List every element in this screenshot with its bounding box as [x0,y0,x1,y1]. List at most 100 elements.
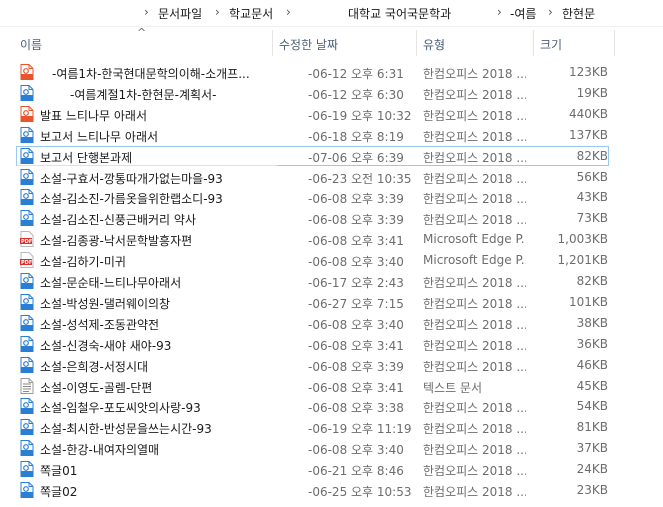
file-modified-date: -06-08 오후 3:39 [308,192,404,207]
file-name[interactable]: 소설-최시한-반성문을쓰는시간-93 [40,420,212,437]
breadcrumb-separator: › [497,5,502,19]
file-modified-date: -06-21 오후 8:46 [308,464,404,479]
column-divider[interactable] [416,30,417,56]
file-name[interactable]: 소설-이영도-골렘-단편 [40,379,152,396]
file-type: 한컴오피스 2018 ... [423,171,526,186]
file-type: 한컴오피스 2018 ... [423,422,526,437]
breadcrumb-item-dept[interactable]: 대학교 국어국문학과 [348,5,451,22]
file-size: 36KB [576,336,608,351]
file-name[interactable]: 보고서 단행본과제 [40,149,132,166]
file-modified-date: -06-08 오후 3:40 [308,443,404,458]
file-size: 46KB [576,357,608,372]
file-type: 한컴오피스 2018 ... [423,87,526,102]
file-name[interactable]: 소설-신경숙-새야 새야-93 [40,337,171,354]
file-row[interactable]: 소설-구효서-깡통따개가없는마을-93 -06-23 오전 10:35 한컴오피스 … [0,167,663,188]
file-row[interactable]: 소설-김소진-신풍근배커리 약사 -06-08 오후 3:39 한컴오피스 2018… [0,208,663,229]
column-divider[interactable] [272,30,273,56]
file-name[interactable]: 보고서 느티나무 아래서 [40,128,158,145]
column-header-type[interactable]: 유형 [423,36,445,53]
file-type: 한컴오피스 2018 ... [423,150,526,165]
breadcrumb-separator: › [548,5,553,19]
file-name[interactable]: 소설-김소진-신풍근배커리 약사 [40,211,196,228]
file-row[interactable]: 소설-임철우-포도씨앗의사랑-93 -06-08 오후 3:38 한컴오피스 201… [0,396,663,417]
file-modified-date: -06-08 오후 3:38 [308,401,404,416]
file-row[interactable]: 보고서 느티나무 아래서 -06-18 오후 8:19 한컴오피스 2018 ...… [0,125,663,146]
file-type: 한컴오피스 2018 ... [423,129,526,144]
file-name[interactable]: 소설-김하기-미귀 [40,253,126,270]
file-row[interactable]: -여름계절1차-한현문-계획서- -06-12 오후 6:30 한컴오피스 2018… [0,83,663,104]
file-name[interactable]: 소설-임철우-포도씨앗의사랑-93 [40,399,201,416]
file-name[interactable]: 소설-구효서-깡통따개가없는마을-93 [40,170,223,187]
hwp-doc-icon [20,335,34,352]
file-name[interactable]: 소설-성석제-조동관약전 [40,316,159,333]
column-header-name[interactable]: 이름 [20,36,42,53]
file-size: 23KB [576,483,608,497]
file-modified-date: -06-23 오전 10:35 [308,171,412,186]
hwp-doc-icon [20,461,34,478]
file-size: 123KB [568,65,608,79]
file-row[interactable]: 쪽글02 -06-25 오후 10:53 한컴오피스 2018 ... 23KB [0,480,663,501]
svg-text:PDF: PDF [21,239,32,245]
file-row[interactable]: 소설-최시한-반성문을쓰는시간-93 -06-19 오후 11:19 한컴오피스 2… [0,417,663,438]
file-name[interactable]: -여름1차-한국현대문학의이해-소개프... [52,65,250,82]
file-name[interactable]: 쪽글01 [40,462,77,479]
file-row[interactable]: PDF 소설-김종광-낙서문학발흥자편 -06-08 오후 3:41 Microsof… [0,229,663,250]
file-row[interactable]: 소설-성석제-조동관약전 -06-08 오후 3:40 한컴오피스 2018 ...… [0,313,663,334]
file-row[interactable]: 쪽글01 -06-21 오후 8:46 한컴오피스 2018 ... 24KB [0,459,663,480]
file-name[interactable]: 소설-박성원-댈러웨이의창 [40,295,170,312]
column-header-modified[interactable]: 수정한 날짜 [279,36,338,53]
file-name[interactable]: 소설-은희경-서정시대 [40,358,148,375]
file-modified-date: -06-08 오후 3:39 [308,213,404,228]
file-row[interactable]: 소설-은희경-서정시대 -06-08 오후 3:39 한컴오피스 2018 ... 4… [0,355,663,376]
file-row[interactable]: 소설-김소진-가름옷을위한랩소디-93 -06-08 오후 3:39 한컴오피스 2… [0,187,663,208]
file-row[interactable]: 소설-박성원-댈러웨이의창 -06-27 오후 7:15 한컴오피스 2018 ..… [0,292,663,313]
file-name[interactable]: 발표 느티나무 아래서 [40,107,147,124]
svg-text:PDF: PDF [21,260,32,266]
pdf-icon: PDF [20,252,34,269]
file-size: 137KB [568,127,608,142]
file-row[interactable]: PDF 소설-김하기-미귀 -06-08 오후 3:40 Microsoft Edge… [0,250,663,271]
breadcrumb-item-school[interactable]: 학교문서 [229,5,273,22]
file-modified-date: -06-08 오후 3:40 [308,317,404,332]
file-type: 한컴오피스 2018 ... [423,338,526,353]
file-size: 37KB [576,441,608,456]
breadcrumb-item-docs[interactable]: 문서파일 [158,5,202,22]
file-row[interactable]: -여름1차-한국현대문학의이해-소개프... -06-12 오후 6:31 한컴오피… [0,62,663,83]
breadcrumb-item-summer[interactable]: -여름 [510,5,536,22]
file-row[interactable]: 소설-신경숙-새야 새야-93 -06-08 오후 3:41 한컴오피스 2018 … [0,334,663,355]
hwp-doc-icon [20,440,34,457]
file-name[interactable]: 쪽글02 [40,483,77,500]
file-name[interactable]: 소설-문순태-느티나무아래서 [40,274,181,291]
breadcrumb-item-current[interactable]: 한현문 [562,5,595,22]
file-name[interactable]: 소설-한강-내여자의열매 [40,441,159,458]
hwp-doc-icon [20,168,34,185]
hwp-doc-icon [20,293,34,310]
sort-ascending-icon: ^ [137,26,147,39]
file-row[interactable]: 소설-문순태-느티나무아래서 -06-17 오후 2:43 한컴오피스 2018 .… [0,271,663,292]
file-modified-date: -06-25 오후 10:53 [308,485,412,499]
hwp-show-icon [20,64,34,80]
file-name[interactable]: 소설-김종광-낙서문학발흥자편 [40,232,192,249]
breadcrumb: › 문서파일 › 학교문서 › 대학교 국어국문학과 › -여름 › 한현문 [0,0,663,27]
file-type: 한컴오피스 2018 ... [423,108,526,123]
file-row[interactable]: 소설-이영도-골렘-단편 -06-08 오후 3:41 텍스트 문서 45KB [0,376,663,397]
file-modified-date: -06-18 오후 8:19 [308,129,404,144]
hwp-doc-icon [20,398,34,415]
file-modified-date: -06-27 오후 7:15 [308,296,404,311]
file-name[interactable]: -여름계절1차-한현문-계획서- [70,86,216,103]
file-size: 43KB [576,190,608,205]
column-header-size[interactable]: 크기 [540,36,562,53]
column-divider[interactable] [533,30,534,56]
file-row[interactable]: 발표 느티나무 아래서 -06-19 오후 10:32 한컴오피스 2018 ...… [0,104,663,125]
hwp-doc-icon [20,356,34,373]
file-name[interactable]: 소설-김소진-가름옷을위한랩소디-93 [40,190,223,207]
file-size: 73KB [576,211,608,226]
file-type: 텍스트 문서 [423,380,483,395]
file-row[interactable]: 보고서 단행본과제 -07-06 오후 6:39 한컴오피스 2018 ... 82K… [0,145,663,167]
hwp-doc-icon [20,314,34,331]
column-divider[interactable] [614,30,615,56]
file-row[interactable]: 소설-한강-내여자의열매 -06-08 오후 3:40 한컴오피스 2018 ...… [0,438,663,459]
hwp-doc-icon [20,419,34,436]
file-modified-date: -06-08 오후 3:41 [308,234,404,249]
column-header-bar: ^ 이름 수정한 날짜 유형 크기 [0,26,663,58]
